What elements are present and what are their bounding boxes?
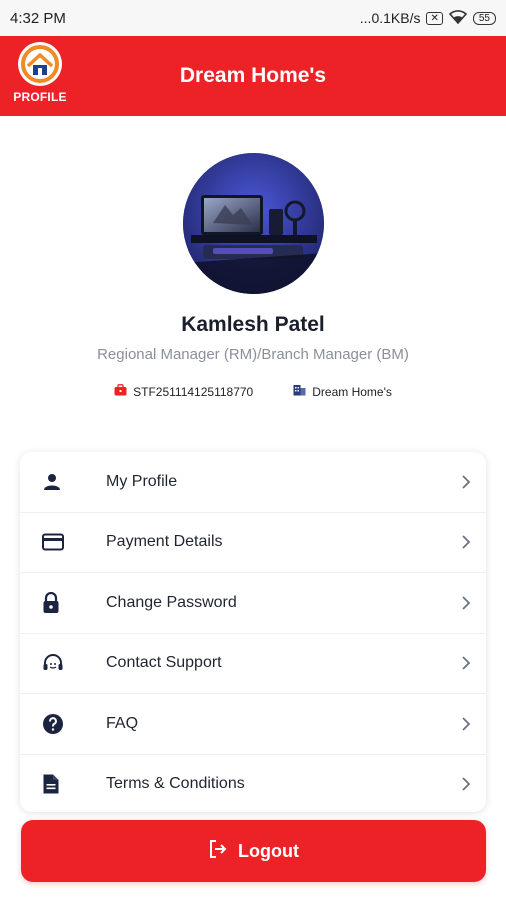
app-bar: PROFILE Dream Home's: [0, 36, 506, 116]
chevron-right-icon: [446, 717, 486, 731]
app-title: Dream Home's: [179, 64, 327, 87]
status-time: 4:32 PM: [10, 9, 66, 27]
network-speed: ...0.1KB/s: [359, 10, 421, 26]
logout-icon: [208, 839, 228, 864]
chevron-right-icon: [446, 596, 486, 610]
building-icon: [293, 384, 306, 399]
help-icon: [20, 713, 106, 735]
logout-label: Logout: [238, 840, 299, 861]
menu-item-label: FAQ: [106, 714, 139, 732]
menu-item-change-password[interactable]: Change Password: [20, 573, 486, 634]
credit-card-icon: [20, 533, 106, 551]
staff-id-item: STF251114125118770: [114, 384, 253, 399]
battery-indicator: 55: [472, 11, 496, 25]
no-sim-icon: ✕: [426, 11, 443, 25]
briefcase-icon: [114, 384, 127, 399]
profile-menu: My Profile Payment Details Change Passwo…: [20, 452, 486, 812]
logout-button[interactable]: Logout: [21, 820, 486, 882]
chevron-right-icon: [446, 777, 486, 791]
lock-icon: [20, 591, 106, 614]
status-bar: 4:32 PM ...0.1KB/s ✕ 55: [0, 0, 506, 36]
chevron-right-icon: [446, 475, 486, 489]
menu-item-label: Contact Support: [106, 654, 222, 672]
document-icon: [20, 773, 106, 795]
staff-id: STF251114125118770: [133, 384, 254, 399]
wifi-icon: [448, 9, 468, 27]
menu-item-label: My Profile: [106, 472, 178, 490]
chevron-right-icon: [446, 535, 486, 549]
profile-name: Kamlesh Patel: [181, 313, 325, 336]
company-item: Dream Home's: [293, 384, 392, 399]
menu-item-terms-conditions[interactable]: Terms & Conditions: [20, 755, 486, 813]
menu-item-my-profile[interactable]: My Profile: [20, 452, 486, 513]
menu-item-faq[interactable]: FAQ: [20, 694, 486, 755]
person-icon: [20, 472, 106, 492]
menu-item-label: Terms & Conditions: [106, 775, 245, 793]
profile-avatar[interactable]: [183, 153, 324, 294]
menu-item-label: Payment Details: [106, 533, 223, 551]
headset-icon: [20, 653, 106, 673]
status-icons: ...0.1KB/s ✕ 55: [359, 9, 496, 27]
profile-role: Regional Manager (RM)/Branch Manager (BM…: [97, 346, 409, 363]
menu-item-contact-support[interactable]: Contact Support: [20, 634, 486, 694]
company-name: Dream Home's: [312, 384, 392, 399]
profile-meta: STF251114125118770 Dream Home's: [0, 384, 506, 399]
menu-item-payment-details[interactable]: Payment Details: [20, 513, 486, 573]
chevron-right-icon: [446, 656, 486, 670]
menu-item-label: Change Password: [106, 593, 237, 611]
